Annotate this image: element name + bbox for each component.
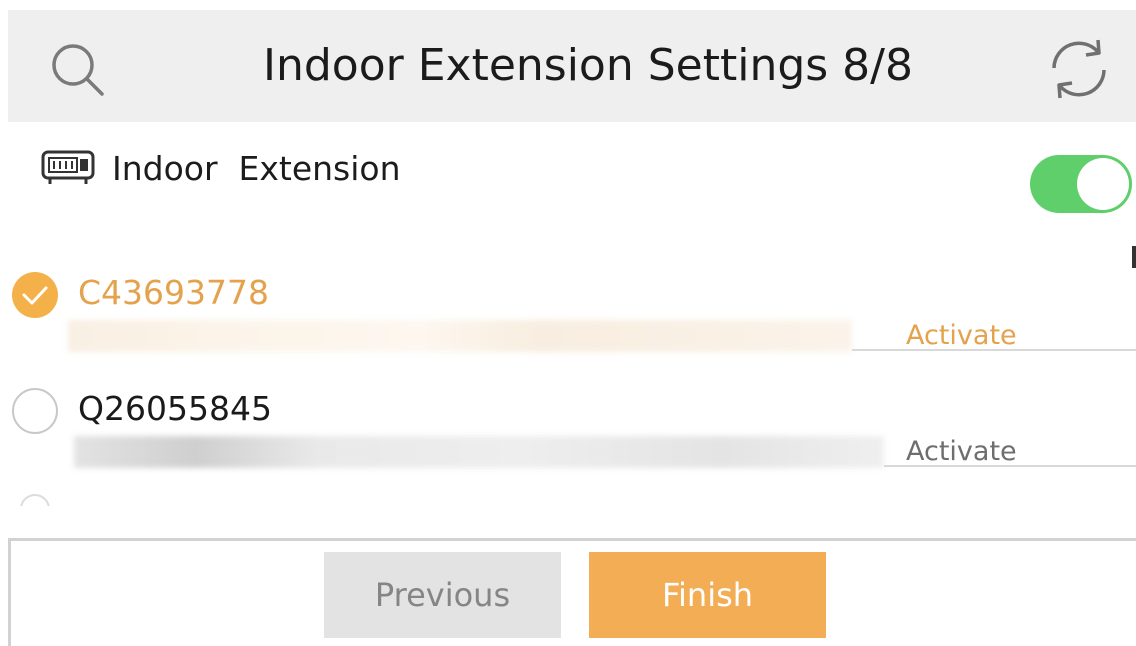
device-list-item[interactable]: Q26055845 Activate [0,378,1136,478]
device-list-item[interactable]: C43693778 Activate [0,262,1136,362]
indoor-extension-label: Indoor Extension [112,149,401,188]
refresh-icon [1052,39,1106,99]
search-button[interactable] [46,38,110,102]
toggle-knob [1077,158,1129,210]
device-serial: Q26055845 [78,389,272,428]
blurred-device-info [74,436,884,468]
refresh-button[interactable] [1044,34,1114,104]
selection-checkbox-unchecked[interactable] [12,388,58,434]
device-serial: C43693778 [78,273,270,312]
checkmark-icon [22,286,48,305]
row-divider [884,465,1136,467]
blurred-device-info [68,320,852,352]
header-bar: Indoor Extension Settings 8/8 [8,10,1136,122]
next-item-checkbox-partial [20,494,50,506]
indoor-extension-settings-screen: Indoor Extension Settings 8/8 Indoor Ext… [0,0,1136,646]
selection-checkbox-checked[interactable] [12,272,58,318]
page-title: Indoor Extension Settings 8/8 [263,40,913,91]
indoor-extension-device-icon [41,150,95,184]
search-icon [52,44,104,96]
previous-button[interactable]: Previous [324,552,561,638]
indoor-extension-toggle[interactable] [1030,155,1132,213]
finish-button[interactable]: Finish [589,552,826,638]
footer-bar [8,538,1136,646]
row-divider [852,349,1136,351]
